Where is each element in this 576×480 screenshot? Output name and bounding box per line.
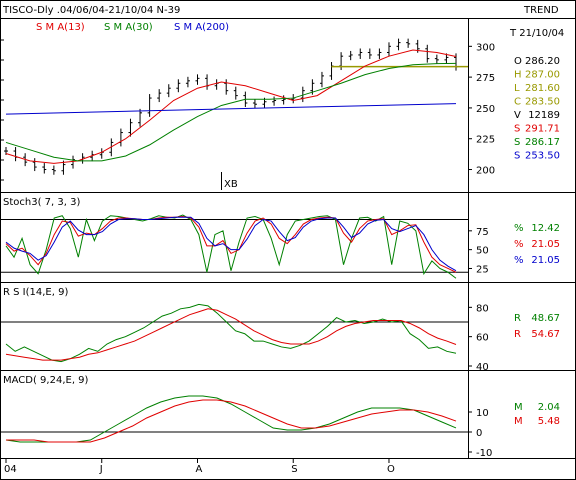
trend-chart: TISCO-Dly .04/06/04-21/10/04 N-39 TREND … — [0, 0, 576, 480]
readout-value: 12.42 — [531, 223, 560, 234]
readout-key: R — [514, 313, 521, 324]
chart-title: TISCO-Dly .04/06/04-21/10/04 N-39 — [2, 5, 180, 16]
readout-value: 253.50 — [525, 151, 560, 162]
x-tick-label: 04 — [4, 464, 17, 475]
trend-label: TREND — [523, 5, 559, 16]
readout-key: L — [514, 83, 520, 94]
y-tick-label: 25 — [476, 264, 489, 275]
readout-key: C — [514, 97, 521, 108]
readout-value: 12189 — [528, 110, 560, 121]
readout-key: % — [514, 223, 524, 234]
readout-value: 281.60 — [525, 83, 560, 94]
readout-key: % — [514, 255, 524, 266]
y-tick-label: 60 — [476, 333, 489, 344]
macd-title: MACD( 9,24,E, 9) — [3, 375, 89, 386]
y-tick-label: 80 — [476, 303, 489, 314]
readout-key: S — [514, 151, 520, 162]
readout-value: 2.04 — [538, 402, 560, 413]
y-tick-label: 75 — [476, 227, 489, 238]
y-tick-label: 10 — [476, 408, 489, 419]
readout-key: % — [514, 239, 524, 250]
readout-value: 54.67 — [531, 329, 560, 340]
readout-value: 287.00 — [525, 70, 560, 81]
y-tick-label: 40 — [476, 362, 489, 373]
readout-value: 283.50 — [525, 97, 560, 108]
readout-value: 21.05 — [531, 255, 560, 266]
x-tick-label: O — [387, 464, 395, 475]
readout-key: H — [514, 70, 522, 81]
readout-value: 291.71 — [525, 124, 560, 135]
y-tick-label: 225 — [476, 135, 495, 146]
y-tick-label: 275 — [476, 73, 495, 84]
y-tick-label: 200 — [476, 166, 495, 177]
legend-sma13: S M A(13) — [36, 22, 85, 33]
x-tick-label: J — [99, 464, 103, 475]
y-tick-label: -10 — [476, 448, 492, 459]
readout-key: S — [514, 124, 520, 135]
readout-key: M — [514, 402, 523, 413]
readout-key: O — [514, 56, 522, 67]
readout-key: S — [514, 137, 520, 148]
readout-value: 5.48 — [538, 416, 560, 427]
readout-key: M — [514, 416, 523, 427]
current-date: T 21/10/04 — [509, 28, 564, 39]
y-tick-label: 300 — [476, 42, 495, 53]
rsi-title: R S I(14,E, 9) — [3, 287, 68, 298]
stoch-title: Stoch3( 7, 3, 3) — [3, 197, 80, 208]
readout-value: 286.20 — [525, 56, 560, 67]
legend-sma30: S M A(30) — [104, 22, 153, 33]
y-tick-label: 0 — [476, 428, 482, 439]
readout-value: 21.05 — [531, 239, 560, 250]
readout-value: 48.67 — [531, 313, 560, 324]
readout-key: R — [514, 329, 521, 340]
x-tick-label: A — [195, 464, 202, 475]
readout-value: 286.17 — [525, 137, 560, 148]
xb-marker-label: XB — [224, 179, 238, 190]
legend-sma200: S M A(200) — [174, 22, 229, 33]
y-tick-label: 250 — [476, 104, 495, 115]
x-tick-label: S — [291, 464, 297, 475]
y-tick-label: 50 — [476, 246, 489, 257]
readout-key: V — [514, 110, 521, 121]
